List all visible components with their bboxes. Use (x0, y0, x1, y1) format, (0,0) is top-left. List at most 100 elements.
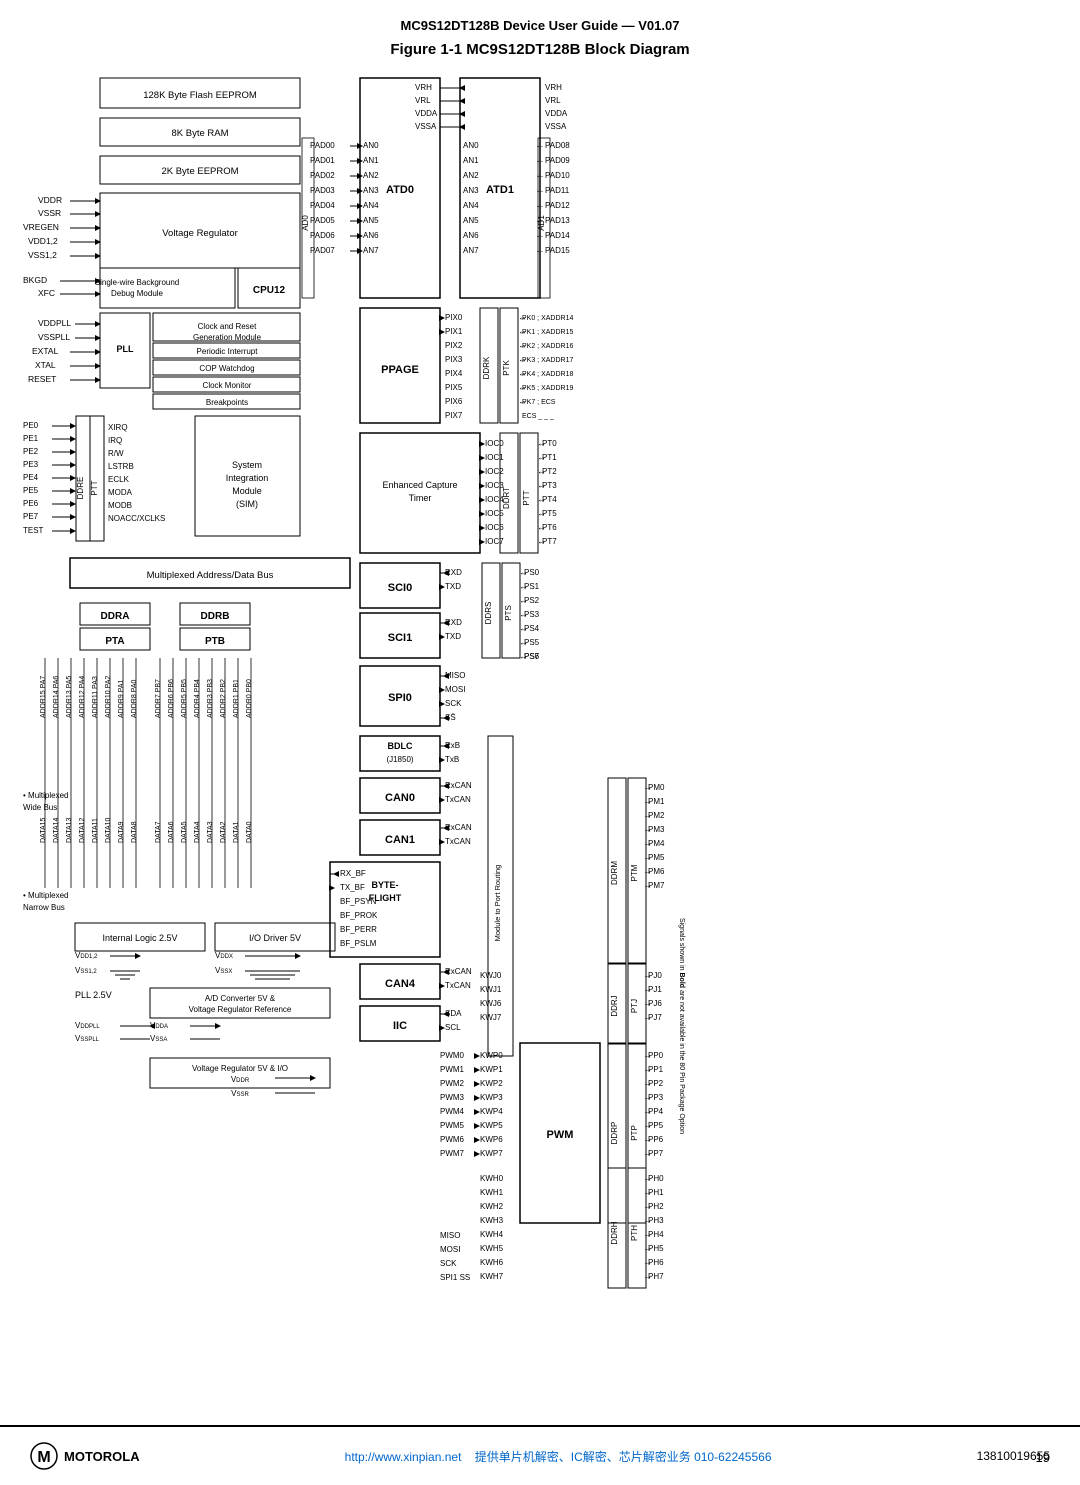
svg-text:↔: ↔ (643, 970, 652, 980)
svg-text:PE5: PE5 (23, 486, 39, 495)
svg-text:VSSPLL: VSSPLL (38, 332, 70, 342)
svg-text:VDDR: VDDR (231, 1075, 250, 1084)
svg-text:VDDA: VDDA (545, 109, 568, 118)
svg-text:↔: ↔ (643, 1229, 652, 1239)
svg-text:DATA4: DATA4 (194, 821, 201, 843)
svg-text:ADDR6 PB6: ADDR6 PB6 (168, 679, 175, 718)
block-diagram-svg: 128K Byte Flash EEPROM 8K Byte RAM 2K By… (20, 68, 1060, 1298)
svg-text:PWM4: PWM4 (440, 1107, 465, 1116)
svg-text:SCI0: SCI0 (388, 582, 412, 594)
svg-text:ADDR14 PA6: ADDR14 PA6 (53, 676, 60, 718)
svg-text:↔: ↔ (643, 1120, 652, 1130)
svg-text:• Multiplexed: • Multiplexed (23, 891, 69, 900)
svg-text:ADDR5 PB5: ADDR5 PB5 (181, 679, 188, 718)
svg-text:ADDR7 PB7: ADDR7 PB7 (155, 679, 162, 718)
svg-text:CAN1: CAN1 (385, 834, 415, 846)
svg-text:CPU12: CPU12 (253, 285, 286, 296)
svg-text:DDRT: DDRT (502, 487, 511, 509)
svg-text:A/D Converter 5V &: A/D Converter 5V & (205, 994, 276, 1003)
block-diagram-area: 128K Byte Flash EEPROM 8K Byte RAM 2K By… (20, 68, 1060, 1268)
svg-text:VRH: VRH (545, 83, 562, 92)
svg-text:PTJ: PTJ (630, 999, 639, 1013)
svg-text:PE1: PE1 (23, 434, 39, 443)
svg-text:Voltage Regulator Reference: Voltage Regulator Reference (189, 1005, 292, 1014)
svg-text:COP Watchdog: COP Watchdog (199, 364, 254, 373)
svg-text:DATA3: DATA3 (207, 821, 214, 843)
svg-text:PAD08: PAD08 (545, 141, 570, 150)
svg-text:DDRE: DDRE (76, 477, 85, 500)
svg-text:KWP5: KWP5 (480, 1121, 503, 1130)
svg-text:PTH: PTH (630, 1225, 639, 1241)
svg-text:Clock and Reset: Clock and Reset (198, 322, 257, 331)
svg-text:KWP0: KWP0 (480, 1051, 503, 1060)
svg-text:NOACC/XCLKS: NOACC/XCLKS (108, 514, 165, 523)
svg-text:CAN0: CAN0 (385, 792, 415, 804)
svg-text:←: ← (535, 185, 545, 196)
svg-text:(J1850): (J1850) (386, 755, 413, 764)
svg-text:Single-wire Background: Single-wire Background (95, 278, 180, 287)
svg-text:SS̄: SS̄ (445, 713, 456, 722)
svg-text:BF_PSLM: BF_PSLM (340, 939, 377, 948)
svg-text:KWJ0: KWJ0 (480, 971, 502, 980)
svg-text:TEST: TEST (23, 526, 44, 535)
svg-text:AN5: AN5 (463, 216, 479, 225)
svg-text:AN1: AN1 (363, 156, 379, 165)
svg-text:MODA: MODA (108, 488, 133, 497)
svg-text:PS7: PS7 (524, 652, 540, 661)
svg-text:ADDR9 PA1: ADDR9 PA1 (118, 680, 125, 718)
svg-text:↔: ↔ (643, 866, 652, 876)
svg-text:VRL: VRL (415, 96, 431, 105)
svg-text:↔: ↔ (537, 480, 546, 490)
svg-text:KWH5: KWH5 (480, 1244, 504, 1253)
svg-text:VSSPLL: VSSPLL (75, 1034, 100, 1043)
svg-text:ECLK: ECLK (108, 475, 130, 484)
svg-text:DDRA: DDRA (101, 611, 130, 622)
svg-text:BDLC: BDLC (388, 741, 413, 751)
svg-text:ADDR10 PA2: ADDR10 PA2 (105, 676, 112, 718)
svg-text:AN6: AN6 (463, 231, 479, 240)
svg-text:VSS1,2: VSS1,2 (28, 250, 57, 260)
svg-text:↔: ↔ (519, 595, 528, 605)
svg-text:PLL: PLL (117, 344, 135, 354)
svg-text:KWJ1: KWJ1 (480, 985, 502, 994)
svg-text:IOC1: IOC1 (485, 453, 504, 462)
svg-text:PTT: PTT (522, 490, 531, 505)
svg-text:PK1 ; XADDR15: PK1 ; XADDR15 (522, 329, 573, 336)
footer-link[interactable]: http://www.xinpian.net (345, 1450, 462, 1464)
svg-text:PTA: PTA (105, 636, 124, 647)
svg-text:RxCAN: RxCAN (445, 823, 472, 832)
svg-text:Enhanced Capture: Enhanced Capture (382, 480, 457, 490)
svg-text:AN3: AN3 (363, 186, 379, 195)
svg-text:↔: ↔ (519, 581, 528, 591)
svg-text:Periodic Interrupt: Periodic Interrupt (197, 347, 259, 356)
svg-text:AN2: AN2 (363, 171, 379, 180)
svg-text:Internal Logic 2.5V: Internal Logic 2.5V (102, 933, 177, 943)
svg-text:IIC: IIC (393, 1020, 407, 1032)
svg-text:Debug Module: Debug Module (111, 289, 164, 298)
svg-text:VDDA: VDDA (150, 1021, 168, 1030)
svg-text:↔: ↔ (643, 1148, 652, 1158)
svg-text:DATA2: DATA2 (220, 821, 227, 843)
svg-text:IOC0: IOC0 (485, 439, 504, 448)
svg-text:DATA13: DATA13 (66, 817, 73, 843)
svg-text:VDD1,2: VDD1,2 (28, 236, 58, 246)
svg-text:XIRQ: XIRQ (108, 423, 128, 432)
svg-text:PTM: PTM (630, 864, 639, 881)
svg-text:TxCAN: TxCAN (445, 837, 471, 846)
svg-text:MISO: MISO (440, 1231, 460, 1240)
svg-text:AN4: AN4 (363, 201, 379, 210)
svg-text:DATA15: DATA15 (40, 817, 47, 843)
svg-text:↔: ↔ (643, 824, 652, 834)
svg-text:PE7: PE7 (23, 512, 39, 521)
svg-text:LSTRB: LSTRB (108, 462, 134, 471)
svg-text:AN1: AN1 (463, 156, 479, 165)
svg-text:IOC5: IOC5 (485, 509, 504, 518)
svg-text:AN0: AN0 (363, 141, 379, 150)
svg-text:DATA10: DATA10 (105, 817, 112, 843)
svg-text:SDA: SDA (445, 1009, 462, 1018)
svg-text:AN4: AN4 (463, 201, 479, 210)
svg-text:KWP1: KWP1 (480, 1065, 503, 1074)
svg-text:KWH3: KWH3 (480, 1216, 504, 1225)
page-header: MC9S12DT128B Device User Guide — V01.07 (0, 0, 1080, 41)
svg-text:PWM3: PWM3 (440, 1093, 465, 1102)
